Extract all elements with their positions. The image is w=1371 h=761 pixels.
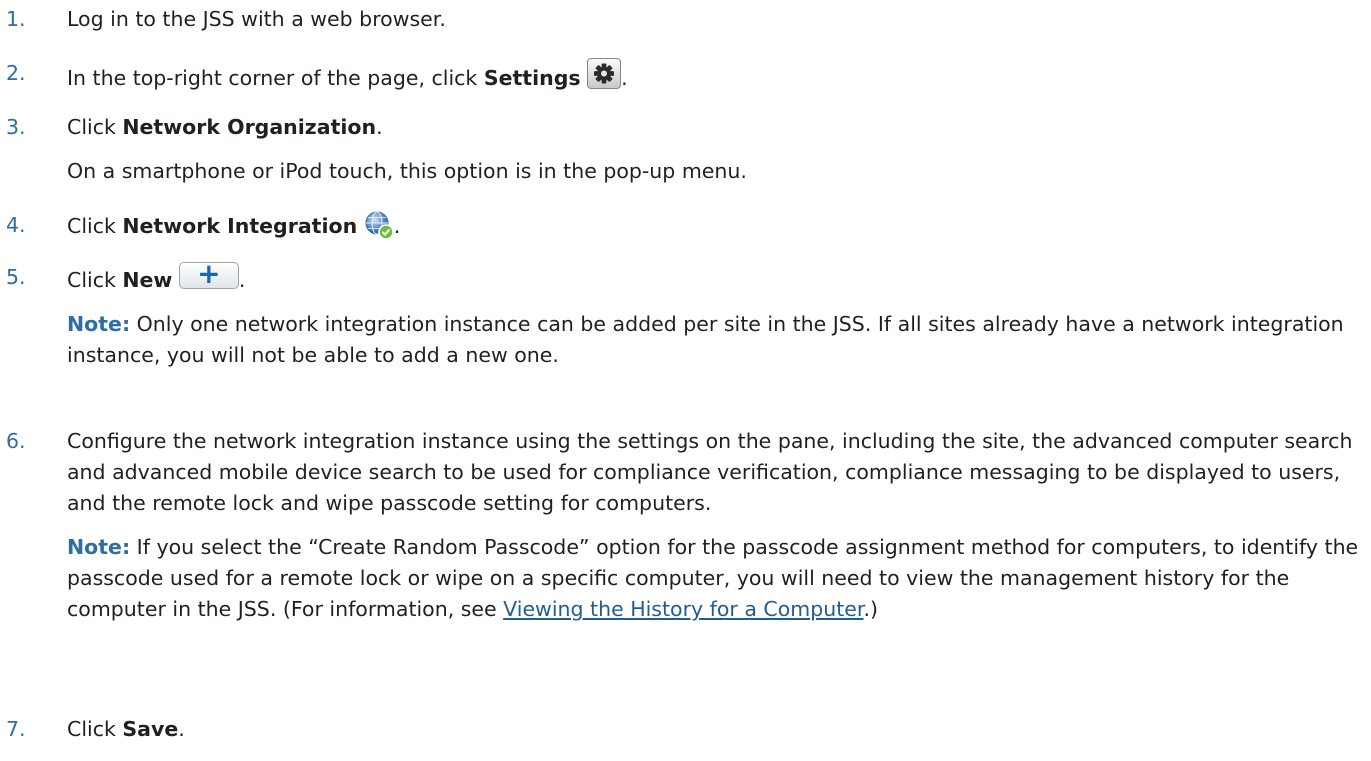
step-note: Note: If you select the “Create Random P… [67,532,1359,625]
step-number: 7. [6,717,26,741]
note-text-end: .) [863,597,878,621]
step-number: 5. [6,265,26,289]
gear-icon-glyph [594,63,615,84]
note-text: Only one network integration instance ca… [67,312,1344,367]
globe-check-icon [364,210,394,240]
note-label: Note: [67,312,131,336]
viewing-history-link[interactable]: Viewing the History for a Computer [503,597,863,621]
ui-term-network-organization: Network Organization [122,115,377,139]
ui-term-save: Save [122,717,179,741]
step-text: Click Network Organization. On a smartph… [67,112,1359,187]
step-number: 4. [6,213,26,237]
step-text-suffix: . [621,66,628,90]
step-text-prefix: Click [67,214,123,238]
note-label: Note: [67,535,131,559]
step-text-prefix: In the top-right corner of the page, cli… [67,66,484,90]
step-paragraph: Configure the network integration instan… [67,429,1353,515]
step-text: Click New +. Note: Only one network inte… [67,257,1359,371]
step-text-prefix: Click [67,717,123,741]
plus-button-icon: + [178,257,239,290]
ui-term-settings: Settings [483,66,581,90]
step-text-prefix: Click [67,115,123,139]
plus-icon: + [197,257,221,290]
step-text-suffix: . [178,717,185,741]
step-text: Configure the network integration instan… [67,426,1359,625]
gear-icon [587,58,622,89]
step-note: Note: Only one network integration insta… [67,309,1359,371]
step-subtext: On a smartphone or iPod touch, this opti… [67,159,747,183]
globe-check-icon-glyph [365,211,394,240]
step-text-prefix: Click [67,268,123,292]
step-number: 3. [6,115,26,139]
step-number: 1. [6,7,26,31]
step-text: In the top-right corner of the page, cli… [67,58,1359,94]
ui-term-network-integration: Network Integration [122,214,358,238]
step-text: Click Network Integration . [67,210,1359,242]
step-text-suffix: . [393,214,401,238]
ui-term-new: New [122,268,173,292]
step-number: 2. [6,61,26,85]
step-text: Log in to the JSS with a web browser. [67,7,446,31]
step-text-suffix: . [238,268,246,292]
step-text: Click Save. [67,714,1359,745]
step-text-suffix: . [376,115,383,139]
step-number: 6. [6,429,26,453]
